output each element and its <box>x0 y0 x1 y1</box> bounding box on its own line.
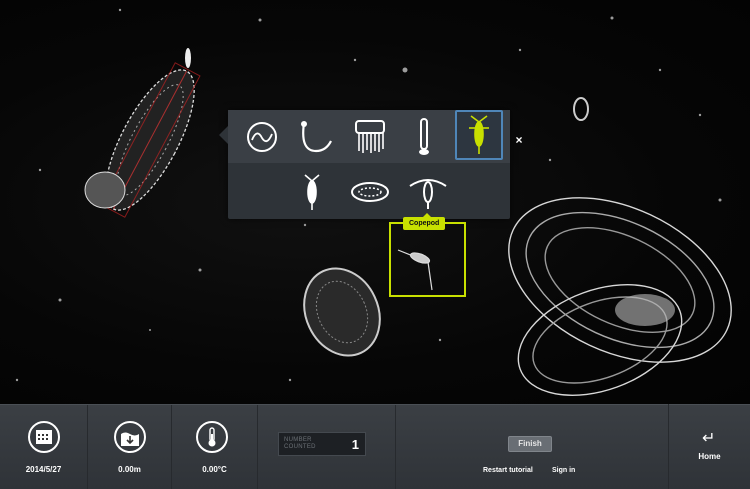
thermometer-icon <box>196 421 228 453</box>
shrimp-choice[interactable] <box>455 110 503 160</box>
siphonophore-icon <box>355 120 385 153</box>
copepod-highlight-box[interactable] <box>389 222 466 297</box>
ctenophore-icon <box>351 182 389 202</box>
copepod-tooltip: Copepod <box>403 213 446 230</box>
temperature-tool[interactable]: 0.00°C <box>172 405 258 489</box>
bottom-toolbar: 2014/5/27 0.00m 0.00°C <box>0 404 750 489</box>
return-arrow-icon: ↵ <box>702 430 716 447</box>
larvacean-icon <box>419 118 429 155</box>
medusa-choice[interactable] <box>238 112 286 162</box>
sign-in-link[interactable]: Sign in <box>552 467 575 474</box>
larvacean-choice[interactable] <box>400 112 448 162</box>
close-picker-button[interactable]: × <box>512 133 526 147</box>
larva-choice[interactable] <box>288 167 336 217</box>
calendar-icon <box>28 421 60 453</box>
ctenophore-choice[interactable] <box>346 167 394 217</box>
number-counted-display: NUMBER COUNTED 1 <box>278 432 366 456</box>
home-button[interactable]: ↵ Home <box>668 404 750 489</box>
number-counted-label: NUMBER COUNTED <box>284 437 316 450</box>
species-picker <box>219 110 510 219</box>
depth-icon <box>114 421 146 453</box>
medusa-icon <box>247 122 277 152</box>
copepod-icon <box>409 179 447 209</box>
date-value: 2014/5/27 <box>25 465 62 474</box>
shrimp-icon <box>469 115 489 154</box>
date-tool[interactable]: 2014/5/27 <box>0 405 88 489</box>
number-counted-value: 1 <box>351 437 359 452</box>
chaetognath-choice[interactable] <box>292 112 340 162</box>
depth-tool[interactable]: 0.00m <box>88 405 172 489</box>
depth-value: 0.00m <box>118 465 141 474</box>
siphonophore-choice[interactable] <box>346 112 394 162</box>
temperature-value: 0.00°C <box>202 465 227 474</box>
larva-icon <box>304 174 320 210</box>
copepod-choice[interactable] <box>404 167 452 217</box>
finish-button[interactable]: Finish <box>508 436 552 452</box>
home-label: Home <box>698 452 721 461</box>
restart-tutorial-link[interactable]: Restart tutorial <box>483 467 533 474</box>
chaetognath-icon <box>301 121 332 153</box>
